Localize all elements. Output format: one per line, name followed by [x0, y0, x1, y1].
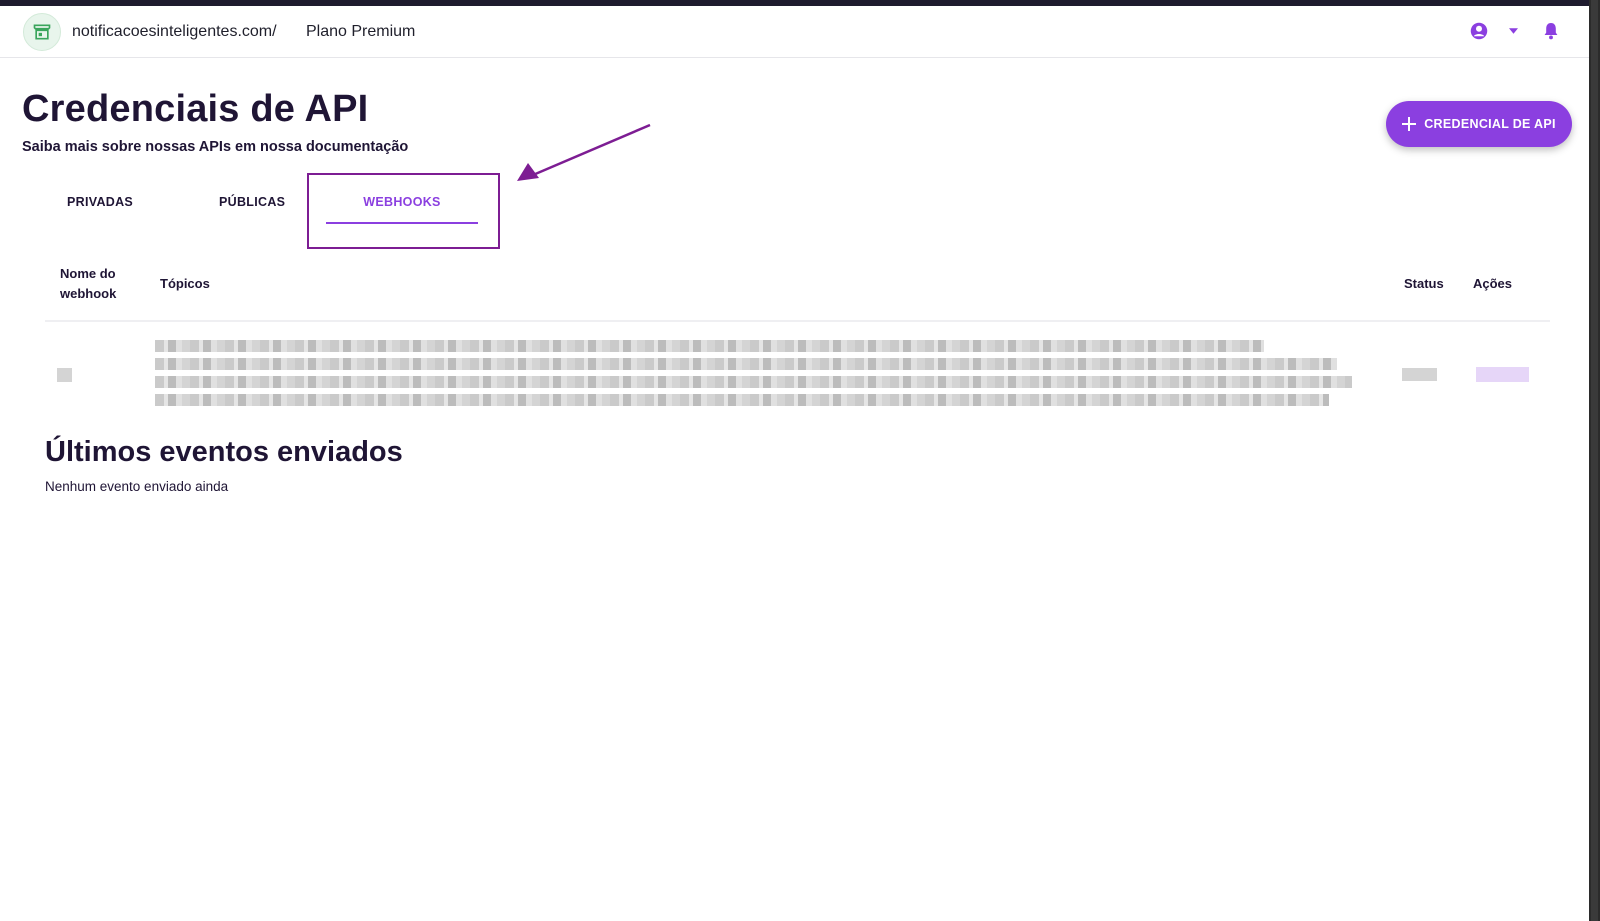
- plus-icon: [1402, 117, 1417, 131]
- tab-publicas[interactable]: PÚBLICAS: [219, 195, 285, 209]
- plan-name: Plano Premium: [306, 23, 416, 40]
- column-header-name: Nome do webhook: [60, 266, 117, 301]
- add-api-credential-label: CREDENCIAL DE API: [1424, 117, 1556, 131]
- store-avatar[interactable]: [23, 13, 61, 51]
- redacted-topics: [155, 358, 1337, 370]
- table-header-divider: [45, 320, 1550, 322]
- annotation-highlight-box: [307, 173, 500, 249]
- redacted-topics: [155, 394, 1329, 406]
- events-title: Últimos eventos enviados: [45, 436, 403, 468]
- redacted-topics: [155, 376, 1352, 388]
- events-empty-message: Nenhum evento enviado ainda: [45, 479, 229, 494]
- account-dropdown[interactable]: [1509, 28, 1518, 34]
- page-viewport: notificacoesinteligentes.com/ Plano Prem…: [0, 6, 1600, 921]
- column-header-actions: Ações: [1473, 276, 1513, 291]
- account-button[interactable]: [1470, 22, 1488, 40]
- top-bar: notificacoesinteligentes.com/ Plano Prem…: [0, 6, 1589, 58]
- bell-icon: [1544, 23, 1558, 40]
- page-title: Credenciais de API: [22, 88, 369, 130]
- table-row: [0, 328, 1589, 418]
- add-api-credential-button[interactable]: CREDENCIAL DE API: [1386, 101, 1572, 147]
- column-header-status: Status: [1404, 276, 1444, 291]
- tab-privadas[interactable]: PRIVADAS: [67, 195, 133, 209]
- window-edge: [1589, 0, 1600, 921]
- redacted-webhook-name: [57, 368, 72, 382]
- annotation-arrow: [517, 123, 651, 181]
- redacted-actions[interactable]: [1476, 367, 1529, 382]
- store-icon: [33, 24, 51, 40]
- notifications-button[interactable]: [1543, 22, 1559, 40]
- redacted-status: [1402, 368, 1437, 381]
- redacted-topics: [155, 340, 1264, 352]
- caret-down-icon: [1509, 28, 1518, 34]
- scrollbar[interactable]: [1591, 0, 1598, 921]
- column-header-topics: Tópicos: [160, 276, 210, 291]
- account-circle-icon: [1470, 22, 1488, 40]
- page-subtitle[interactable]: Saiba mais sobre nossas APIs em nossa do…: [22, 139, 408, 155]
- site-name[interactable]: notificacoesinteligentes.com/: [72, 23, 277, 41]
